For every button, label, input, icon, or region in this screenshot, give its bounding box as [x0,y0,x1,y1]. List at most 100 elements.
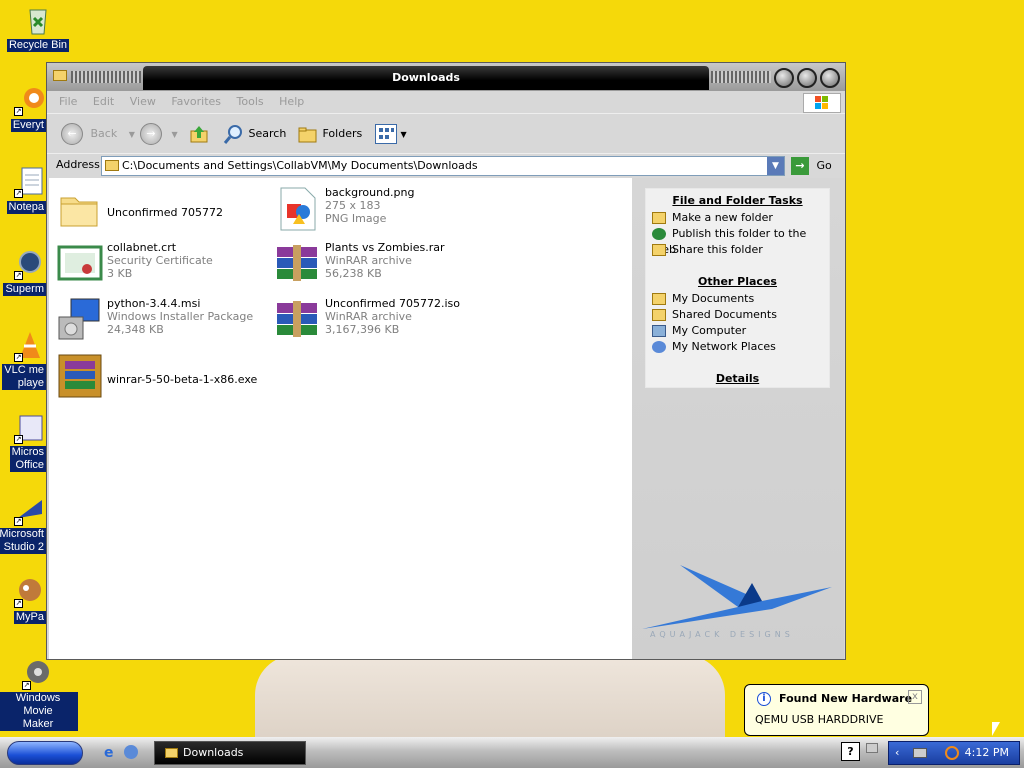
taskbar: e Downloads ? ‹ 4:12 PM [0,737,1024,768]
titlebar-grill [71,71,141,83]
folders-button[interactable]: Folders [297,122,362,146]
file-item[interactable]: winrar-5-50-beta-1-x86.exe [57,353,277,403]
certificate-icon [57,241,103,287]
png-image-icon [275,186,321,232]
chevron-down-icon: ▼ [128,130,135,139]
folder-icon [652,293,666,305]
vlc-cone-icon: ↗ [14,330,46,362]
shortcut-arrow-icon: ↗ [14,189,23,198]
search-magnifier-icon: ↗ [14,248,46,280]
desktop-icon-movie-maker[interactable]: ↗ Windows Movie Maker [0,658,78,731]
address-label: Address [56,158,100,171]
task-pane: File and Folder Tasks Make a new folder … [632,178,844,659]
balloon-text: QEMU USB HARDDRIVE [755,713,884,726]
office-icon: ↗ [14,412,46,444]
help-button[interactable]: ? [841,742,860,761]
menu-help[interactable]: Help [279,91,304,113]
go-button[interactable]: → Go [791,157,841,175]
menu-edit[interactable]: Edit [93,91,114,113]
taskbar-button-downloads[interactable]: Downloads [154,741,306,765]
folder-icon [652,309,666,321]
shared-documents-link[interactable]: Shared Documents [652,307,777,323]
explorer-window: Downloads File Edit View Favorites Tools… [46,62,846,660]
brand-text: AQUAJACK DESIGNS [650,630,794,639]
network-icon [652,341,666,353]
task-panel: File and Folder Tasks Make a new folder … [645,188,830,388]
forward-arrow-icon: → [140,123,162,145]
winrar-archive-icon [275,241,321,287]
tray-small-icon[interactable] [866,743,878,753]
share-folder-link[interactable]: Share this folder [652,242,763,258]
address-bar: Address C:\Documents and Settings\Collab… [47,153,845,177]
up-folder-button[interactable] [189,122,209,146]
address-input[interactable]: C:\Documents and Settings\CollabVM\My Do… [101,156,785,176]
folder-icon [105,160,119,171]
publish-folder-link[interactable]: Publish this folder to the Web [652,226,829,256]
winrar-archive-icon [275,297,321,343]
search-button[interactable]: Search [223,122,286,146]
shortcut-arrow-icon: ↗ [14,517,23,526]
chevron-down-icon: ▼ [400,130,407,139]
desktop-icon-notepad[interactable]: ↗ Notepa [0,166,46,214]
mypaint-icon: ↗ [14,576,46,608]
show-desktop-icon[interactable] [124,745,138,759]
windows-logo-icon [803,93,841,113]
desktop-wallpaper-photo [255,655,725,740]
views-icon [375,124,397,144]
my-computer-link[interactable]: My Computer [652,323,746,339]
desktop-icon-recycle-bin[interactable]: Recycle Bin [0,4,78,52]
window-title: Downloads [143,66,709,90]
clock[interactable]: 4:12 PM [965,742,1009,764]
desktop-icon-everything[interactable]: ↗ Everyt [0,84,46,132]
file-item[interactable]: python-3.4.4.msi Windows Installer Packa… [57,297,277,347]
search-icon [223,123,245,145]
shortcut-arrow-icon: ↗ [14,271,23,280]
desktop-icon-office[interactable]: ↗ Micros Office [0,412,46,472]
usb-device-icon[interactable] [913,748,927,758]
menu-file[interactable]: File [59,91,77,113]
winrar-installer-icon [57,353,103,399]
found-new-hardware-balloon[interactable]: i Found New Hardware x QEMU USB HARDDRIV… [744,684,929,736]
forward-button[interactable]: → ▼ [140,122,178,146]
internet-explorer-icon[interactable]: e [104,745,120,761]
file-item[interactable]: Plants vs Zombies.rar WinRAR archive 56,… [275,241,495,291]
close-button[interactable] [820,68,840,88]
start-button[interactable] [7,741,83,765]
file-folder-tasks-header[interactable]: File and Folder Tasks [646,194,829,207]
menu-view[interactable]: View [130,91,156,113]
my-network-places-link[interactable]: My Network Places [652,339,776,355]
shortcut-arrow-icon: ↗ [14,599,23,608]
details-header[interactable]: Details [646,372,829,385]
desktop-icon-superm[interactable]: ↗ Superm [0,248,46,296]
shortcut-arrow-icon: ↗ [14,353,23,362]
menu-favorites[interactable]: Favorites [171,91,221,113]
other-places-header[interactable]: Other Places [646,275,829,288]
make-new-folder-link[interactable]: Make a new folder [652,210,773,226]
desktop-icon-studio[interactable]: ↗ Microsoft Studio 2 [0,494,46,554]
folder-icon [57,186,103,232]
file-list-view[interactable]: Unconfirmed 705772 background.png 275 x … [49,178,632,659]
my-documents-link[interactable]: My Documents [652,291,754,307]
desktop-icon-vlc[interactable]: ↗ VLC me playe [0,330,46,390]
computer-icon [652,325,666,337]
minimize-button[interactable] [774,68,794,88]
back-arrow-icon: ← [61,123,83,145]
tray-expand-icon[interactable]: ‹ [895,742,899,764]
address-dropdown-button[interactable]: ▼ [767,157,784,175]
tray-search-icon[interactable] [945,746,959,760]
chevron-down-icon: ▼ [772,161,779,171]
file-item[interactable]: Unconfirmed 705772 [57,186,277,236]
desktop-icon-mypa[interactable]: ↗ MyPa [0,576,46,624]
share-folder-icon [652,244,666,256]
file-item[interactable]: collabnet.crt Security Certificate 3 KB [57,241,277,291]
globe-icon [652,228,666,240]
file-item[interactable]: background.png 275 x 183 PNG Image [275,186,495,236]
maximize-button[interactable] [797,68,817,88]
file-item[interactable]: Unconfirmed 705772.iso WinRAR archive 3,… [275,297,495,347]
balloon-close-button[interactable]: x [908,690,922,704]
menu-tools[interactable]: Tools [237,91,264,113]
title-bar[interactable]: Downloads [47,63,845,91]
views-button[interactable]: ▼ [375,122,407,146]
go-arrow-icon: → [791,157,809,175]
back-button[interactable]: ← Back ▼ [61,122,135,146]
